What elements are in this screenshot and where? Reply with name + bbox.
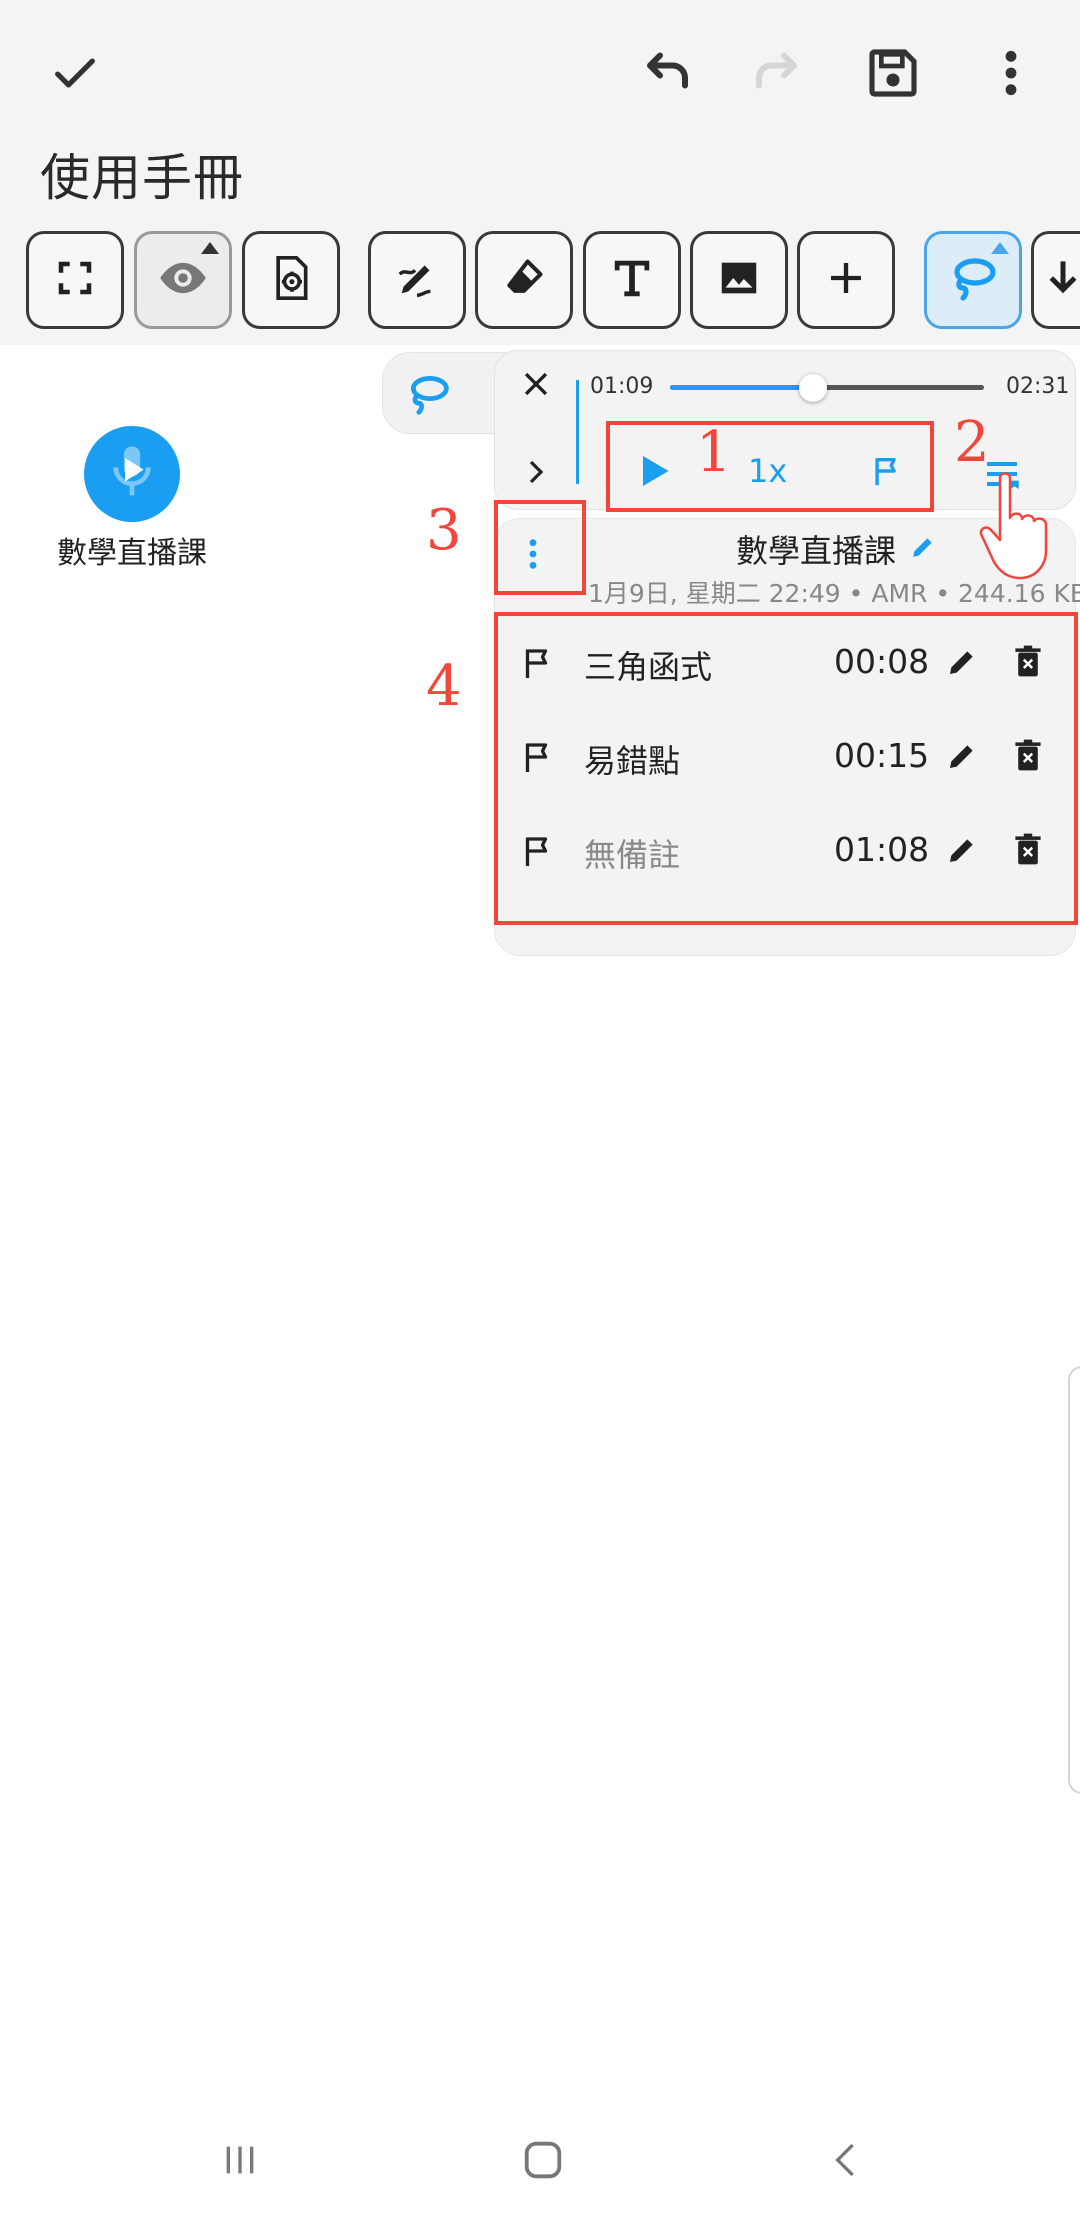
recent-apps-icon[interactable]	[200, 2120, 280, 2200]
annotation-number-2: 2	[954, 410, 990, 475]
annotation-number-4: 4	[426, 654, 462, 719]
chevron-right-icon[interactable]	[512, 448, 560, 496]
view-icon	[157, 252, 209, 308]
add-tool-button[interactable]	[797, 231, 895, 329]
view-mode-button[interactable]	[134, 231, 232, 329]
mic-play-icon	[104, 441, 160, 507]
audio-recording-button[interactable]	[84, 426, 180, 522]
current-time: 01:09	[590, 374, 654, 399]
download-tool-button[interactable]	[1031, 231, 1080, 329]
fullscreen-icon	[54, 257, 96, 303]
page-settings-button[interactable]	[242, 231, 340, 329]
eraser-icon	[502, 256, 546, 304]
page-title: 使用手冊	[40, 149, 244, 207]
lasso-tool-button[interactable]	[924, 231, 1022, 329]
total-time: 02:31	[1006, 374, 1070, 399]
annotation-box-1	[606, 421, 934, 512]
lasso-icon	[947, 254, 999, 306]
annotation-box-4	[494, 612, 1078, 925]
text-icon	[609, 255, 655, 305]
dropdown-indicator	[991, 242, 1009, 254]
edit-title-icon[interactable]	[906, 530, 940, 564]
seek-bar-progress	[670, 385, 814, 390]
pen-icon	[394, 255, 440, 305]
lasso-icon[interactable]	[400, 366, 456, 422]
pointing-hand-icon	[976, 470, 1066, 582]
annotation-box-3	[494, 500, 586, 595]
panel-divider	[576, 380, 579, 484]
fullscreen-button[interactable]	[26, 231, 124, 329]
back-icon[interactable]	[806, 2120, 886, 2200]
home-icon[interactable]	[503, 2120, 583, 2200]
eraser-tool-button[interactable]	[475, 231, 573, 329]
redo-icon[interactable]	[744, 38, 814, 108]
more-vert-icon[interactable]	[976, 38, 1046, 108]
side-panel-handle[interactable]	[1068, 1366, 1080, 1794]
pen-tool-button[interactable]	[368, 231, 466, 329]
close-icon[interactable]	[512, 360, 560, 408]
check-icon[interactable]	[40, 38, 110, 108]
download-icon	[1043, 255, 1080, 305]
dropdown-indicator	[201, 242, 219, 254]
page-settings-icon	[269, 254, 313, 306]
image-tool-button[interactable]	[690, 231, 788, 329]
save-icon[interactable]	[858, 38, 928, 108]
recording-label: 數學直播課	[57, 536, 207, 571]
add-icon	[826, 258, 866, 302]
undo-icon[interactable]	[630, 38, 700, 108]
image-icon	[716, 255, 762, 305]
annotation-number-3: 3	[426, 498, 462, 563]
text-tool-button[interactable]	[583, 231, 681, 329]
annotation-number-1: 1	[696, 420, 732, 485]
recording-title: 數學直播課	[736, 532, 897, 570]
